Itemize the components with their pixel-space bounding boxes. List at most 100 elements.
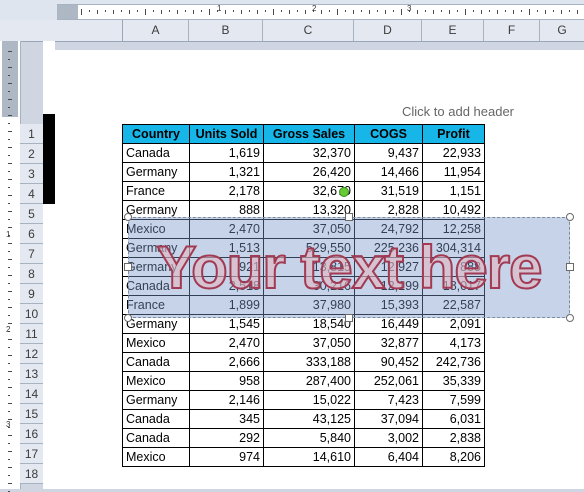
table-cell[interactable]: Germany: [122, 162, 190, 182]
wordart-text[interactable]: Your text here: [128, 228, 570, 308]
header-profit[interactable]: Profit: [422, 124, 485, 144]
table-cell[interactable]: 3,002: [354, 428, 423, 448]
table-cell[interactable]: 2,178: [189, 181, 264, 201]
table-cell[interactable]: 90,452: [354, 352, 423, 372]
row-header[interactable]: 11: [20, 324, 43, 344]
table-row: Canada 292 5,840 3,002 2,838: [122, 428, 485, 448]
table-cell[interactable]: Canada: [122, 428, 190, 448]
resize-handle-bottom[interactable]: [345, 314, 353, 322]
table-cell[interactable]: 32,370: [263, 143, 355, 163]
row-header[interactable]: 5: [20, 204, 43, 224]
table-cell[interactable]: 43,125: [263, 409, 355, 429]
table-cell[interactable]: 9,437: [354, 143, 423, 163]
table-cell[interactable]: 31,519: [354, 181, 423, 201]
table-cell[interactable]: 4,173: [422, 333, 485, 353]
row-header[interactable]: 6: [20, 224, 43, 244]
column-header-g[interactable]: G: [540, 20, 584, 41]
row-header[interactable]: 13: [20, 364, 43, 384]
table-cell[interactable]: 1,321: [189, 162, 264, 182]
resize-handle-left[interactable]: [124, 263, 132, 271]
table-cell[interactable]: 2,838: [422, 428, 485, 448]
ruler-tick: [273, 9, 274, 15]
header-units-sold[interactable]: Units Sold: [189, 124, 264, 144]
ruler-tick: [393, 10, 394, 12]
table-cell[interactable]: 15,022: [263, 390, 355, 410]
row-header[interactable]: 3: [20, 164, 43, 184]
table-cell[interactable]: Canada: [122, 352, 190, 372]
table-cell[interactable]: Mexico: [122, 447, 190, 467]
table-cell[interactable]: 958: [189, 371, 264, 391]
row-header[interactable]: 16: [20, 424, 43, 444]
row-header[interactable]: 8: [20, 264, 43, 284]
row-header[interactable]: 14: [20, 384, 43, 404]
table-cell[interactable]: Canada: [122, 409, 190, 429]
header-gross-sales[interactable]: Gross Sales: [263, 124, 355, 144]
row-header[interactable]: 2: [20, 144, 43, 164]
table-cell[interactable]: 6,404: [354, 447, 423, 467]
column-header-b[interactable]: B: [189, 20, 263, 41]
table-cell[interactable]: 5,840: [263, 428, 355, 448]
resize-handle-top[interactable]: [345, 213, 353, 221]
table-cell[interactable]: 26,420: [263, 162, 355, 182]
row-header[interactable]: 18: [20, 464, 43, 484]
row-header[interactable]: 12: [20, 344, 43, 364]
table-cell[interactable]: Germany: [122, 390, 190, 410]
table-cell[interactable]: 22,933: [422, 143, 485, 163]
column-header-c[interactable]: C: [263, 20, 354, 41]
column-header-a[interactable]: A: [123, 20, 189, 41]
horizontal-ruler[interactable]: 1 2 3: [57, 4, 584, 20]
resize-handle-top-right[interactable]: [566, 213, 574, 221]
row-header[interactable]: 4: [20, 184, 43, 204]
table-cell[interactable]: 2,470: [189, 333, 264, 353]
row-header[interactable]: 17: [20, 444, 43, 464]
table-cell[interactable]: 2,666: [189, 352, 264, 372]
table-cell[interactable]: 287,400: [263, 371, 355, 391]
table-cell[interactable]: 32,877: [354, 333, 423, 353]
table-cell[interactable]: 7,599: [422, 390, 485, 410]
vertical-ruler[interactable]: 1 2 3: [0, 41, 21, 492]
resize-handle-bottom-right[interactable]: [566, 314, 574, 322]
table-cell[interactable]: 2,146: [189, 390, 264, 410]
ruler-tick: [137, 10, 138, 12]
resize-handle-top-left[interactable]: [124, 213, 132, 221]
header-placeholder[interactable]: Click to add header: [402, 104, 514, 119]
table-cell[interactable]: 252,061: [354, 371, 423, 391]
column-header-d[interactable]: D: [354, 20, 422, 41]
table-cell[interactable]: France: [122, 181, 190, 201]
table-cell[interactable]: 1,619: [189, 143, 264, 163]
table-cell[interactable]: Mexico: [122, 371, 190, 391]
row-header[interactable]: 15: [20, 404, 43, 424]
table-cell[interactable]: 37,094: [354, 409, 423, 429]
table-cell[interactable]: 11,954: [422, 162, 485, 182]
table-cell[interactable]: 1,151: [422, 181, 485, 201]
row-header[interactable]: 1: [20, 124, 43, 144]
table-cell[interactable]: 14,466: [354, 162, 423, 182]
column-header-f[interactable]: F: [484, 20, 540, 41]
table-cell[interactable]: 974: [189, 447, 264, 467]
resize-handle-bottom-left[interactable]: [124, 314, 132, 322]
column-header-e[interactable]: E: [422, 20, 484, 41]
table-cell[interactable]: Mexico: [122, 333, 190, 353]
header-country[interactable]: Country: [122, 124, 190, 144]
table-cell[interactable]: 14,610: [263, 447, 355, 467]
resize-handle-right[interactable]: [566, 263, 574, 271]
ruler-tick: [8, 299, 10, 300]
row-header[interactable]: 10: [20, 304, 43, 324]
table-cell[interactable]: 292: [189, 428, 264, 448]
row-header[interactable]: 9: [20, 284, 43, 304]
select-all-corner[interactable]: [0, 20, 123, 41]
row-header[interactable]: 7: [20, 244, 43, 264]
table-cell[interactable]: 8,206: [422, 447, 485, 467]
ruler-tick: [8, 211, 12, 212]
header-cogs[interactable]: COGS: [354, 124, 423, 144]
table-cell[interactable]: 242,736: [422, 352, 485, 372]
table-cell[interactable]: 345: [189, 409, 264, 429]
table-cell[interactable]: Canada: [122, 143, 190, 163]
rotate-handle[interactable]: [339, 187, 349, 197]
table-cell[interactable]: 6,031: [422, 409, 485, 429]
table-cell[interactable]: 35,339: [422, 371, 485, 391]
table-cell[interactable]: 7,423: [354, 390, 423, 410]
table-cell[interactable]: 333,188: [263, 352, 355, 372]
table-cell[interactable]: 37,050: [263, 333, 355, 353]
ruler-tick: [8, 123, 10, 124]
